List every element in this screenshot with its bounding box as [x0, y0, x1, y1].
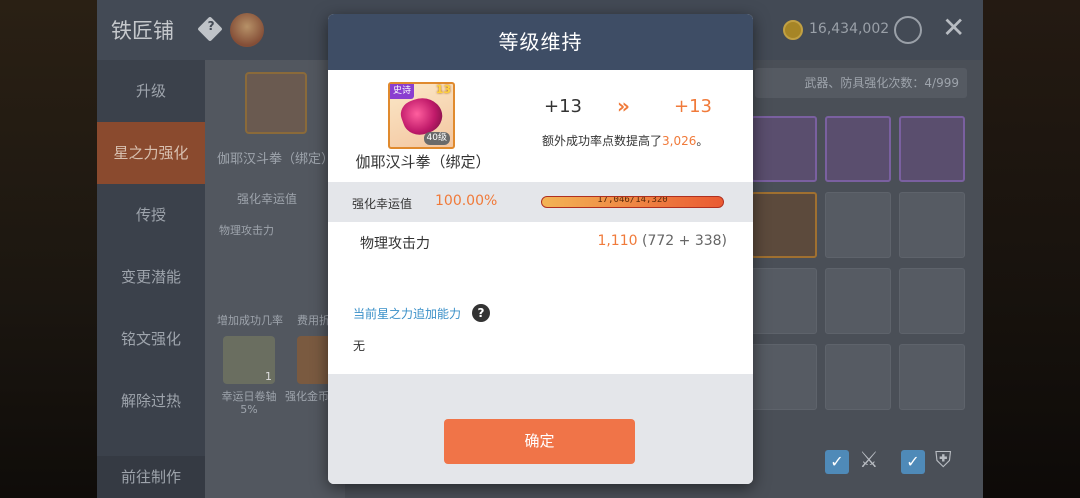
luck-progress-bar: 17,046/14,320: [541, 196, 724, 208]
base-item-card[interactable]: [245, 72, 307, 134]
npc-avatar-icon[interactable]: [230, 13, 264, 47]
sidebar-item-inscription[interactable]: 铭文强化: [97, 308, 205, 370]
star-from: +13: [544, 96, 582, 117]
auto-robot-icon[interactable]: [894, 16, 922, 44]
background-right: [983, 0, 1080, 498]
help-icon[interactable]: ?: [472, 304, 490, 322]
gold-amount: 16,434,002: [809, 21, 890, 37]
sidebar-item-overheat[interactable]: 解除过热: [97, 370, 205, 432]
inventory-slot[interactable]: [899, 116, 965, 182]
inventory-slot[interactable]: [751, 192, 817, 258]
level-maintain-dialog: 等级维持 史诗 13 40级 伽耶汉斗拳（绑定） +13 » +13 额外成功率…: [328, 14, 753, 484]
scroll-count: 1: [265, 370, 272, 383]
info-diamond-icon[interactable]: [197, 16, 223, 42]
inventory-slot[interactable]: [899, 192, 965, 258]
inventory-slot[interactable]: [899, 344, 965, 410]
background-left: [0, 0, 97, 498]
rarity-badge: 史诗: [390, 84, 415, 99]
luck-label: 强化幸运值: [352, 197, 413, 211]
weapon-filter-checkbox[interactable]: ✓: [825, 450, 849, 474]
starforce-bonus-value: 无: [353, 339, 366, 353]
armor-filter-checkbox[interactable]: ✓: [901, 450, 925, 474]
scroll-name: 幸运日卷轴 5%: [221, 390, 277, 416]
inventory-slot[interactable]: [751, 116, 817, 182]
inventory-slot[interactable]: [751, 268, 817, 334]
lucky-scroll-slot[interactable]: 1: [223, 336, 275, 384]
shield-icon: ⛨: [935, 448, 952, 473]
sword-icon: ⚔: [859, 448, 879, 473]
star-count-badge: 13: [435, 83, 451, 96]
upgrade-count: 武器、防具强化次数：4/999: [755, 68, 967, 98]
go-make-button[interactable]: 前往制作: [97, 456, 205, 498]
double-chevron-right-icon: »: [617, 94, 630, 118]
dialog-footer: 确定: [328, 374, 753, 484]
add-rate-label: 增加成功几率: [217, 314, 283, 327]
attack-label: 物理攻击力: [360, 236, 430, 252]
item-name: 伽耶汉斗拳（绑定）: [355, 153, 491, 171]
cost-label: 费用折: [297, 314, 330, 327]
luck-percent: 100.00%: [435, 193, 498, 209]
item-card[interactable]: 史诗 13 40级: [388, 82, 455, 149]
inventory-slot[interactable]: [825, 192, 891, 258]
extra-success-value: 3,026: [662, 134, 697, 148]
sidebar-item-transfer[interactable]: 传授: [97, 184, 205, 246]
attack-detail: (772 + 338): [642, 233, 727, 249]
base-item-name: 伽耶汉斗拳（绑定）: [217, 152, 335, 167]
starforce-bonus-label: 当前星之力追加能力: [353, 307, 462, 321]
inventory-slot[interactable]: [751, 344, 817, 410]
shop-title: 铁匠铺: [111, 19, 174, 43]
attack-value: 1,110 (772 + 338): [597, 233, 727, 249]
close-icon[interactable]: ✕: [942, 14, 965, 42]
extra-success-text: 额外成功率点数提高了3,026。: [542, 134, 709, 148]
base-attack-label: 物理攻击力: [219, 224, 274, 237]
inventory-slot[interactable]: [825, 344, 891, 410]
inventory-slot[interactable]: [825, 268, 891, 334]
sidebar-item-starforce[interactable]: 星之力强化: [97, 122, 205, 184]
luck-row: 强化幸运值 100.00% 17,046/14,320: [328, 182, 753, 222]
star-to: +13: [674, 96, 712, 117]
gold-coin-icon: [783, 20, 803, 40]
inventory-slot[interactable]: [825, 116, 891, 182]
dialog-title: 等级维持: [328, 14, 753, 70]
enhance-panel: 伽耶汉斗拳（绑定） 强化幸运值 物理攻击力 增加成功几率 费用折 1 幸运日卷轴…: [205, 60, 345, 498]
base-luck-label: 强化幸运值: [237, 192, 298, 206]
inventory-slot[interactable]: [899, 268, 965, 334]
luck-progress-text: 17,046/14,320: [597, 196, 668, 205]
sidebar-item-upgrade[interactable]: 升级: [97, 60, 205, 122]
confirm-button[interactable]: 确定: [444, 419, 635, 464]
sidebar: 升级 星之力强化 传授 变更潜能 铭文强化 解除过热 前往制作: [97, 60, 205, 498]
attack-total: 1,110: [597, 233, 638, 249]
level-badge: 40级: [423, 132, 450, 145]
sidebar-item-potential[interactable]: 变更潜能: [97, 246, 205, 308]
